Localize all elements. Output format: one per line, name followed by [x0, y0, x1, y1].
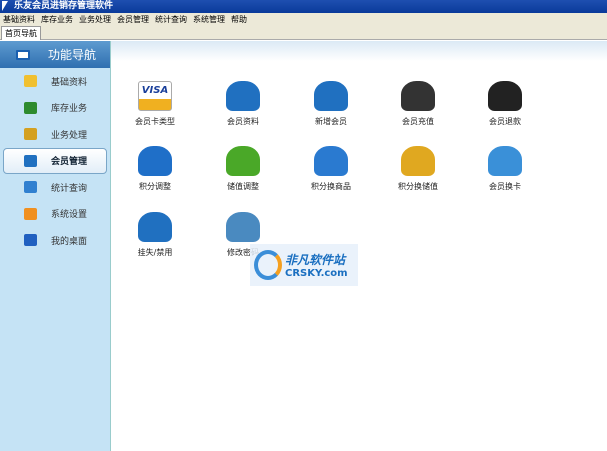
- cursor-icon: [2, 1, 8, 11]
- sidebar-item[interactable]: 基础资料: [0, 68, 110, 95]
- users-icon: [24, 154, 37, 167]
- sidebar-title: 功能导航: [48, 48, 97, 62]
- feature-tile[interactable]: 挂失/禁用: [115, 212, 195, 258]
- house-icon: [24, 101, 37, 114]
- menu-item[interactable]: 系统管理: [190, 13, 228, 26]
- sidebar-item-label: 我的桌面: [51, 236, 88, 247]
- sidebar-item-label: 会员管理: [51, 157, 88, 168]
- feature-tile[interactable]: VISA 会员卡类型: [115, 81, 195, 127]
- blue-refresh-icon: [138, 146, 172, 176]
- credit-card-icon: [488, 146, 522, 176]
- feature-tile-label: 积分换商品: [311, 182, 351, 191]
- visa-card-icon: VISA: [138, 81, 172, 111]
- feature-tile-label: 会员资料: [227, 117, 259, 126]
- sidebar-item[interactable]: 统计查询: [0, 174, 110, 201]
- pencil-icon: [24, 75, 37, 88]
- sidebar: 功能导航 基础资料库存业务业务处理会员管理统计查询系统设置我的桌面: [0, 41, 111, 451]
- sidebar-item-label: 基础资料: [51, 77, 88, 88]
- woman-refund-icon: [488, 81, 522, 111]
- feature-tile[interactable]: 会员充值: [378, 81, 458, 127]
- add-user-icon: [314, 81, 348, 111]
- gift-icon: [314, 146, 348, 176]
- coins-icon: [401, 146, 435, 176]
- tab-bar: 首页导航: [0, 26, 607, 40]
- menu-bar: 基础资料 库存业务 业务处理 会员管理 统计查询 系统管理 帮助: [0, 13, 607, 26]
- gear-icon: [24, 207, 37, 220]
- sidebar-item[interactable]: 会员管理: [3, 147, 107, 174]
- feature-tile-label: 会员换卡: [489, 182, 521, 191]
- window-title: 乐友会员进销存管理软件: [14, 1, 114, 11]
- feature-tile[interactable]: 新增会员: [291, 81, 371, 127]
- users-icon: [226, 81, 260, 111]
- menu-item[interactable]: 会员管理: [114, 13, 152, 26]
- feature-tile-label: 储值调整: [227, 182, 259, 191]
- bar-chart-icon: [24, 181, 37, 194]
- feature-tile[interactable]: 积分换储值: [378, 146, 458, 192]
- sidebar-header: 功能导航: [0, 41, 110, 68]
- feature-tile-label: 会员退款: [489, 117, 521, 126]
- sidebar-item[interactable]: 我的桌面: [0, 227, 110, 254]
- key-icon: [226, 212, 260, 242]
- businessman-money-icon: [401, 81, 435, 111]
- feature-tile-label: 积分调整: [139, 182, 171, 191]
- sidebar-item-label: 业务处理: [51, 130, 88, 141]
- menu-item[interactable]: 业务处理: [76, 13, 114, 26]
- feature-tile[interactable]: 会员退款: [465, 81, 545, 127]
- user-disable-icon: [138, 212, 172, 242]
- menu-item[interactable]: 帮助: [228, 13, 250, 26]
- feature-tile[interactable]: 会员换卡: [465, 146, 545, 192]
- sidebar-item-label: 库存业务: [51, 104, 88, 115]
- sidebar-item[interactable]: 业务处理: [0, 121, 110, 148]
- monitor-icon: [24, 234, 37, 247]
- tab-home-nav[interactable]: 首页导航: [1, 26, 41, 40]
- feature-tile-label: 挂失/禁用: [137, 248, 173, 257]
- feature-tile[interactable]: 会员资料: [203, 81, 283, 127]
- cart-icon: [24, 128, 37, 141]
- main-panel: VISA 会员卡类型 会员资料 新增会员 会员充值 会员退款积分调整 储值调整 积分换商品 积分…: [111, 41, 607, 451]
- feature-tile-label: 积分换储值: [398, 182, 438, 191]
- sidebar-item[interactable]: 库存业务: [0, 95, 110, 122]
- feature-tile[interactable]: 积分换商品: [291, 146, 371, 192]
- feature-tile-label: 新增会员: [315, 117, 347, 126]
- menu-item[interactable]: 统计查询: [152, 13, 190, 26]
- green-refresh-icon: [226, 146, 260, 176]
- sidebar-item[interactable]: 系统设置: [0, 201, 110, 228]
- watermark-logo: 非凡软件站 CRSKY.com: [250, 244, 358, 286]
- menu-item[interactable]: 库存业务: [38, 13, 76, 26]
- title-bar: 乐友会员进销存管理软件: [0, 0, 607, 13]
- menu-item[interactable]: 基础资料: [0, 13, 38, 26]
- feature-tile-label: 会员充值: [402, 117, 434, 126]
- sidebar-item-label: 系统设置: [51, 210, 88, 221]
- feature-tile[interactable]: 储值调整: [203, 146, 283, 192]
- sidebar-item-label: 统计查询: [51, 183, 88, 194]
- feature-tile-label: 会员卡类型: [135, 117, 175, 126]
- feature-tile[interactable]: 积分调整: [115, 146, 195, 192]
- monitor-icon: [16, 49, 30, 60]
